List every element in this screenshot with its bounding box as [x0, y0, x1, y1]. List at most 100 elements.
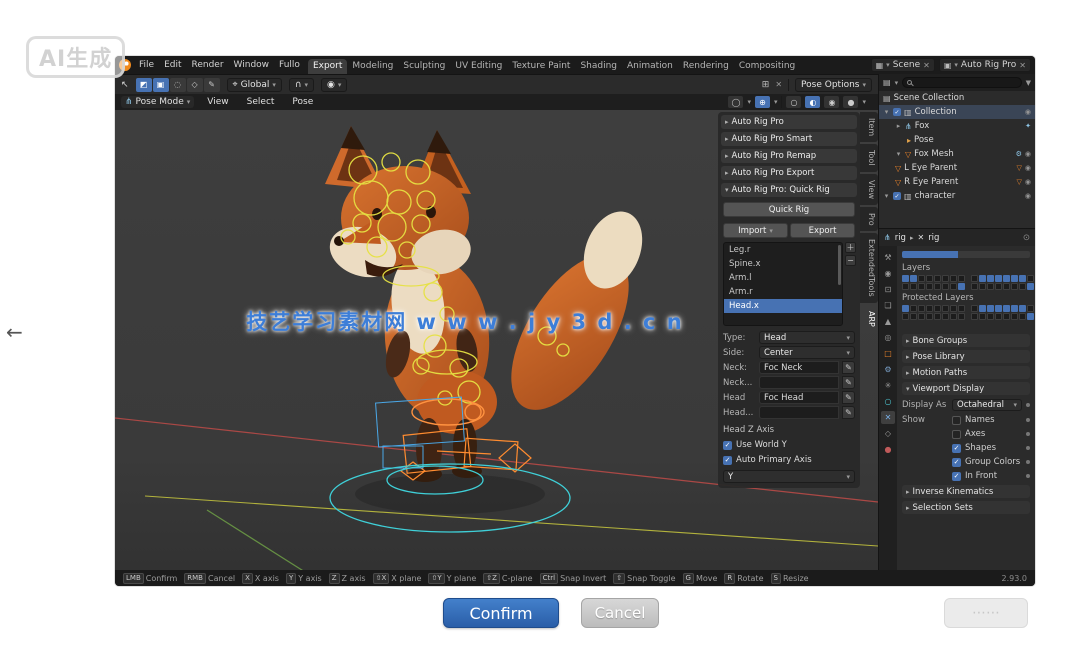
- eye-icon[interactable]: ◉: [1025, 108, 1031, 116]
- outliner-row-r-eye-parent[interactable]: ▽ R Eye Parent ▽ ◉: [879, 175, 1035, 189]
- decorator-dot[interactable]: [1026, 432, 1030, 436]
- tab-arp[interactable]: ARP: [860, 305, 878, 333]
- pin-icon[interactable]: ⊙: [1023, 233, 1030, 243]
- physics-tab-icon[interactable]: ○: [881, 395, 895, 408]
- workspace-tab-compositing[interactable]: Compositing: [734, 59, 800, 74]
- eyedropper-icon[interactable]: ✎: [842, 376, 855, 389]
- layers-grid[interactable]: [902, 275, 1030, 290]
- outliner-search-input[interactable]: [902, 77, 1022, 88]
- quick-rig-button[interactable]: Quick Rig: [723, 202, 855, 217]
- outliner-row-character[interactable]: ▾ ✓ ▥ character ◉: [879, 189, 1035, 203]
- particles-tab-icon[interactable]: ✳: [881, 379, 895, 392]
- outliner-row-scene-collection[interactable]: ▤ Scene Collection: [879, 91, 1035, 105]
- x-icon[interactable]: ✕: [775, 80, 782, 89]
- output-tab-icon[interactable]: ⊡: [881, 283, 895, 296]
- object-data-tab-icon[interactable]: ✕: [881, 411, 895, 424]
- material-tab-icon[interactable]: ●: [881, 443, 895, 456]
- eye-icon[interactable]: ◉: [1025, 150, 1031, 158]
- eye-icon[interactable]: ◉: [1025, 178, 1031, 186]
- neck-field[interactable]: Foc Neck: [759, 361, 839, 374]
- decorator-dot[interactable]: [1026, 418, 1030, 422]
- list-item[interactable]: Arm.r: [724, 285, 842, 299]
- world-tab-icon[interactable]: ◎: [881, 331, 895, 344]
- eyedropper-icon[interactable]: ✎: [842, 361, 855, 374]
- expand-arrow-icon[interactable]: ▸: [895, 122, 902, 130]
- menu-edit[interactable]: Edit: [159, 60, 186, 70]
- close-icon[interactable]: ✕: [923, 61, 930, 70]
- select-box-icon[interactable]: ▣: [153, 78, 169, 92]
- section-quick-rig[interactable]: ▾ Auto Rig Pro: Quick Rig: [721, 183, 857, 197]
- list-item-selected[interactable]: Head.x: [724, 299, 842, 313]
- section-auto-rig-pro-smart[interactable]: ▸ Auto Rig Pro Smart: [721, 132, 857, 146]
- outliner-row-l-eye-parent[interactable]: ▽ L Eye Parent ▽ ◉: [879, 161, 1035, 175]
- outliner-row-collection[interactable]: ▾ ✓ ▥ Collection ◉: [879, 105, 1035, 119]
- constraints-tab-icon[interactable]: ◇: [881, 427, 895, 440]
- menu-pose[interactable]: Pose: [287, 97, 318, 107]
- overlays-icon[interactable]: ⊕: [755, 96, 770, 108]
- remove-item-button[interactable]: −: [845, 255, 856, 266]
- render-tab-icon[interactable]: ◉: [881, 267, 895, 280]
- pose-options-dropdown[interactable]: Pose Options ▾: [795, 78, 872, 92]
- head2-field[interactable]: [759, 406, 839, 419]
- mode-dropdown[interactable]: ⋔ Pose Mode ▾: [121, 96, 194, 108]
- modifiers-tab-icon[interactable]: ⚙: [881, 363, 895, 376]
- section-bone-groups[interactable]: ▸ Bone Groups: [902, 334, 1030, 347]
- expand-arrow-icon[interactable]: ▾: [883, 192, 890, 200]
- active-layers-bar[interactable]: [902, 251, 1030, 258]
- workspace-tab-uv-editing[interactable]: UV Editing: [450, 59, 507, 74]
- collection-checkbox[interactable]: ✓: [893, 108, 901, 116]
- neck2-field[interactable]: [759, 376, 839, 389]
- tab-item[interactable]: Item: [860, 112, 878, 142]
- side-dropdown[interactable]: Center ▾: [759, 346, 855, 359]
- head-field[interactable]: Foc Head: [759, 391, 839, 404]
- menu-help[interactable]: Fullo: [274, 60, 305, 70]
- workspace-tab-export[interactable]: Export: [308, 59, 347, 74]
- viewlayer-selector[interactable]: ▣ ▾ Auto Rig Pro ✕: [939, 58, 1031, 72]
- section-auto-rig-pro[interactable]: ▸ Auto Rig Pro: [721, 115, 857, 129]
- eye-icon[interactable]: ◉: [1025, 192, 1031, 200]
- workspace-tab-animation[interactable]: Animation: [622, 59, 678, 74]
- collection-checkbox[interactable]: ✓: [893, 192, 901, 200]
- shapes-checkbox[interactable]: [952, 444, 961, 453]
- scene-selector[interactable]: ▦ ▾ Scene ✕: [871, 58, 935, 72]
- names-checkbox[interactable]: [952, 416, 961, 425]
- list-item[interactable]: Arm.l: [724, 271, 842, 285]
- eyedropper-icon[interactable]: ✎: [842, 406, 855, 419]
- object-tab-icon[interactable]: □: [881, 347, 895, 360]
- view-layer-tab-icon[interactable]: ❏: [881, 299, 895, 312]
- outliner-row-pose[interactable]: ▸ Pose: [879, 133, 1035, 147]
- tab-tool[interactable]: Tool: [860, 144, 878, 172]
- shading-solid-icon[interactable]: ◐: [805, 96, 820, 108]
- annotate-icon[interactable]: ✎: [204, 78, 220, 92]
- section-auto-rig-pro-export[interactable]: ▸ Auto Rig Pro Export: [721, 166, 857, 180]
- expand-arrow-icon[interactable]: ▾: [883, 108, 890, 116]
- group-colors-checkbox[interactable]: [952, 458, 961, 467]
- cancel-button[interactable]: Cancel: [581, 598, 659, 628]
- list-scrollbar[interactable]: [838, 245, 841, 285]
- breadcrumb-object[interactable]: rig: [895, 233, 906, 243]
- axis-dropdown[interactable]: Y ▾: [723, 470, 855, 483]
- in-front-checkbox[interactable]: [952, 472, 961, 481]
- tab-extended-tools[interactable]: ExtendedTools: [860, 233, 878, 303]
- menu-view[interactable]: View: [202, 97, 233, 107]
- shading-rendered-icon[interactable]: ●: [843, 96, 858, 108]
- list-item[interactable]: Leg.r: [724, 243, 842, 257]
- workspace-tab-modeling[interactable]: Modeling: [347, 59, 398, 74]
- tab-view[interactable]: View: [860, 174, 878, 205]
- shading-material-icon[interactable]: ◉: [824, 96, 839, 108]
- section-inverse-kinematics[interactable]: ▸ Inverse Kinematics: [902, 485, 1030, 498]
- show-gizmo-icon[interactable]: ◯: [728, 96, 743, 108]
- axes-checkbox[interactable]: [952, 430, 961, 439]
- section-auto-rig-pro-remap[interactable]: ▸ Auto Rig Pro Remap: [721, 149, 857, 163]
- display-mode-icon[interactable]: ▤: [883, 78, 891, 87]
- limb-list[interactable]: Leg.r Spine.x Arm.l Arm.r Head.x: [723, 242, 843, 326]
- proportional-edit-dropdown[interactable]: ◉ ▾: [321, 78, 347, 92]
- outliner-row-fox[interactable]: ▸ ⋔ Fox ✦: [879, 119, 1035, 133]
- protected-layers-grid[interactable]: [902, 305, 1030, 320]
- back-arrow[interactable]: ←: [6, 320, 23, 344]
- snapping-dropdown[interactable]: ∩ ▾: [289, 78, 314, 92]
- confirm-button[interactable]: Confirm: [443, 598, 559, 628]
- workspace-tab-sculpting[interactable]: Sculpting: [398, 59, 450, 74]
- menu-window[interactable]: Window: [229, 60, 275, 70]
- scene-tab-icon[interactable]: ▲: [881, 315, 895, 328]
